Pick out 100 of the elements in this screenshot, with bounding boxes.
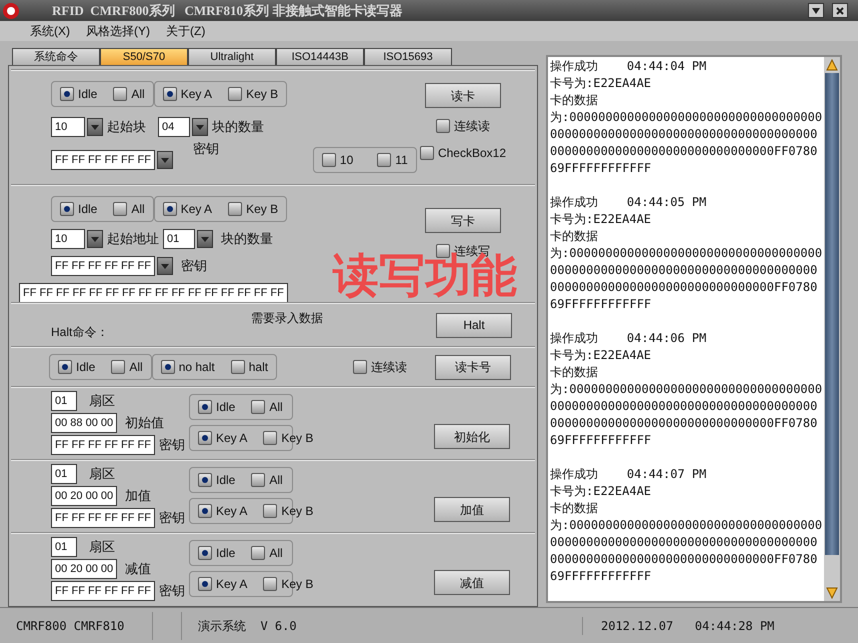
checkbox[interactable] bbox=[322, 153, 336, 167]
radio-box[interactable] bbox=[251, 473, 266, 487]
log-line: 为:00000000000000000000000000000000000 bbox=[550, 109, 824, 126]
radio-box[interactable] bbox=[162, 87, 177, 101]
option-label: Key B bbox=[246, 201, 278, 218]
log-line: 卡的数据 bbox=[550, 500, 599, 517]
radio-box[interactable] bbox=[263, 577, 278, 591]
radio-box[interactable] bbox=[198, 504, 212, 518]
radio-box[interactable] bbox=[160, 360, 175, 374]
radio-box[interactable] bbox=[198, 546, 212, 560]
input-field[interactable]: 01 bbox=[51, 537, 77, 557]
log-line: 为:00000000000000000000000000000000000 bbox=[550, 381, 824, 398]
minimize-icon[interactable] bbox=[808, 3, 824, 18]
field-label: 扇区 bbox=[89, 465, 115, 484]
radio-box[interactable] bbox=[263, 504, 278, 518]
action-button[interactable]: Halt bbox=[436, 312, 512, 338]
tab[interactable]: ISO15693 bbox=[364, 48, 452, 65]
dropdown-button[interactable] bbox=[156, 257, 173, 275]
radio-box[interactable] bbox=[230, 360, 245, 374]
radio-box[interactable] bbox=[251, 400, 266, 414]
option-label: 11 bbox=[395, 152, 408, 169]
close-icon[interactable] bbox=[832, 3, 848, 18]
dropdown-button[interactable] bbox=[192, 118, 208, 136]
tab[interactable]: 系统命令 bbox=[12, 48, 100, 65]
option-label: Key A bbox=[216, 430, 248, 447]
dropdown-button[interactable] bbox=[156, 151, 173, 169]
tab[interactable]: Ultralight bbox=[188, 48, 276, 65]
menu-item[interactable]: 关于(Z) bbox=[166, 22, 206, 40]
field-label: 密钥 bbox=[192, 140, 219, 158]
tab[interactable]: S50/S70 bbox=[100, 48, 188, 65]
radio-box[interactable] bbox=[60, 202, 74, 216]
option-label: halt bbox=[248, 359, 268, 376]
input-field[interactable]: FF FF FF FF FF FF FF FF FF FF FF FF FF FF FF FF bbox=[19, 283, 288, 303]
menu-item[interactable]: 风格选择(Y) bbox=[86, 22, 150, 40]
radio-box[interactable] bbox=[198, 577, 212, 591]
radio-box[interactable] bbox=[113, 202, 128, 216]
input-field[interactable]: 01 bbox=[51, 391, 77, 411]
field-label: 密钥 bbox=[158, 436, 185, 454]
checkbox[interactable] bbox=[436, 119, 450, 133]
input-field[interactable]: 00 20 00 00 bbox=[51, 486, 118, 506]
input-field[interactable]: FF FF FF FF FF FF bbox=[51, 256, 155, 276]
dropdown-button[interactable] bbox=[197, 230, 213, 248]
action-button[interactable]: 加值 bbox=[434, 497, 510, 522]
input-field[interactable]: FF FF FF FF FF FF bbox=[51, 508, 155, 528]
option-label: Idle bbox=[216, 472, 236, 489]
checkbox[interactable] bbox=[353, 360, 367, 374]
action-button[interactable]: 读卡 bbox=[425, 83, 501, 108]
input-field[interactable]: 01 bbox=[163, 229, 195, 249]
input-field[interactable]: 01 bbox=[51, 464, 77, 484]
radio-box[interactable] bbox=[228, 87, 242, 101]
scroll-up-icon[interactable] bbox=[826, 59, 838, 71]
action-button[interactable]: 读卡号 bbox=[435, 354, 511, 380]
input-field[interactable]: FF FF FF FF FF FF bbox=[51, 581, 155, 601]
note-text: 需要录入数据 bbox=[251, 310, 324, 327]
option-label: Key A bbox=[216, 576, 248, 593]
radio-box[interactable] bbox=[111, 360, 126, 374]
radio-box[interactable] bbox=[113, 87, 128, 101]
scroll-down-icon[interactable] bbox=[826, 587, 838, 599]
halt-label: Halt命令： bbox=[51, 324, 110, 341]
checkbox[interactable] bbox=[377, 153, 392, 167]
action-button[interactable]: 减值 bbox=[434, 570, 510, 595]
option-label: All bbox=[129, 359, 143, 376]
log-line: 69FFFFFFFFFFFF bbox=[550, 568, 652, 585]
caret-icon bbox=[160, 264, 169, 268]
caret-icon bbox=[91, 124, 99, 130]
option-label: Key B bbox=[281, 430, 314, 447]
radio-box[interactable] bbox=[162, 202, 177, 216]
scrollbar[interactable] bbox=[824, 57, 840, 601]
radio-box[interactable] bbox=[198, 431, 212, 445]
log-line: 卡的数据 bbox=[550, 228, 599, 245]
radio-box[interactable] bbox=[263, 431, 278, 445]
input-field[interactable]: 10 bbox=[51, 229, 85, 249]
input-field[interactable]: 00 20 00 00 bbox=[51, 559, 118, 579]
log-line: 操作成功 04:44:05 PM bbox=[550, 194, 708, 211]
option-label: Key A bbox=[216, 503, 248, 520]
checkbox[interactable] bbox=[420, 146, 434, 160]
status-text: 2012.12.07 04:44:28 PM bbox=[582, 616, 856, 634]
option-label: All bbox=[269, 545, 283, 562]
dropdown-button[interactable] bbox=[87, 230, 103, 248]
menu-item[interactable]: 系统(X) bbox=[30, 22, 70, 40]
input-field[interactable]: 04 bbox=[158, 117, 190, 137]
radio-box[interactable] bbox=[60, 87, 74, 101]
log-line: 0000000000000000000000000000000000000 bbox=[550, 398, 818, 415]
option-label: All bbox=[269, 472, 283, 489]
input-field[interactable]: FF FF FF FF FF FF bbox=[51, 150, 155, 170]
action-button[interactable]: 初始化 bbox=[434, 424, 510, 449]
radio-box[interactable] bbox=[251, 546, 266, 560]
radio-box[interactable] bbox=[198, 473, 212, 487]
input-field[interactable]: 00 88 00 00 bbox=[51, 413, 118, 433]
input-field[interactable]: 10 bbox=[51, 117, 85, 137]
tab[interactable]: ISO14443B bbox=[276, 48, 364, 65]
log-line: 0000000000000000000000000000000000000 bbox=[550, 262, 818, 279]
radio-box[interactable] bbox=[228, 202, 242, 216]
input-field[interactable]: FF FF FF FF FF FF bbox=[51, 435, 155, 455]
action-button[interactable]: 写卡 bbox=[425, 208, 501, 233]
log-line: 为:00000000000000000000000000000000000 bbox=[550, 245, 824, 262]
radio-box[interactable] bbox=[198, 400, 212, 414]
log-line: 卡号为:E22EA4AE bbox=[550, 75, 652, 92]
dropdown-button[interactable] bbox=[87, 118, 103, 136]
radio-box[interactable] bbox=[58, 360, 72, 374]
